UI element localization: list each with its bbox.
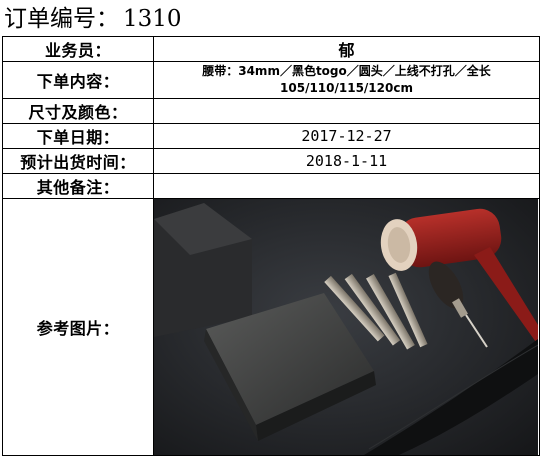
remarks-label: 其他备注： [2,173,154,199]
order-number-label: 订单编号： [4,6,119,32]
row-reference-photo: 参考图片： [2,198,540,456]
row-ship-date: 预计出货时间： 2018-1-11 [2,148,540,174]
size-color-value [153,98,540,124]
row-remarks: 其他备注： [2,173,540,199]
ship-date-label: 预计出货时间： [2,148,154,174]
order-date-label: 下单日期： [2,123,154,149]
size-color-label: 尺寸及颜色： [2,98,154,124]
reference-photo-label: 参考图片： [2,198,154,456]
row-order-content: 下单内容： 腰带：34mm／黑色togo／圆头／上线不打孔／全长105/110/… [2,61,540,99]
order-form-table: 业务员： 郁 下单内容： 腰带：34mm／黑色togo／圆头／上线不打孔／全长1… [2,36,540,456]
salesperson-label: 业务员： [2,36,154,62]
leather-tools-photo [154,199,538,455]
reference-photo-cell [153,198,540,456]
salesperson-value: 郁 [153,36,540,62]
row-size-color: 尺寸及颜色： [2,98,540,124]
remarks-value [153,173,540,199]
order-number-title: 订单编号： 1310 [4,3,182,35]
order-number-value: 1310 [123,6,182,32]
order-date-value: 2017-12-27 [153,123,540,149]
ship-date-value: 2018-1-11 [153,148,540,174]
order-content-value: 腰带：34mm／黑色togo／圆头／上线不打孔／全长105/110/115/12… [153,61,540,99]
order-content-label: 下单内容： [2,61,154,99]
row-salesperson: 业务员： 郁 [2,36,540,62]
row-order-date: 下单日期： 2017-12-27 [2,123,540,149]
